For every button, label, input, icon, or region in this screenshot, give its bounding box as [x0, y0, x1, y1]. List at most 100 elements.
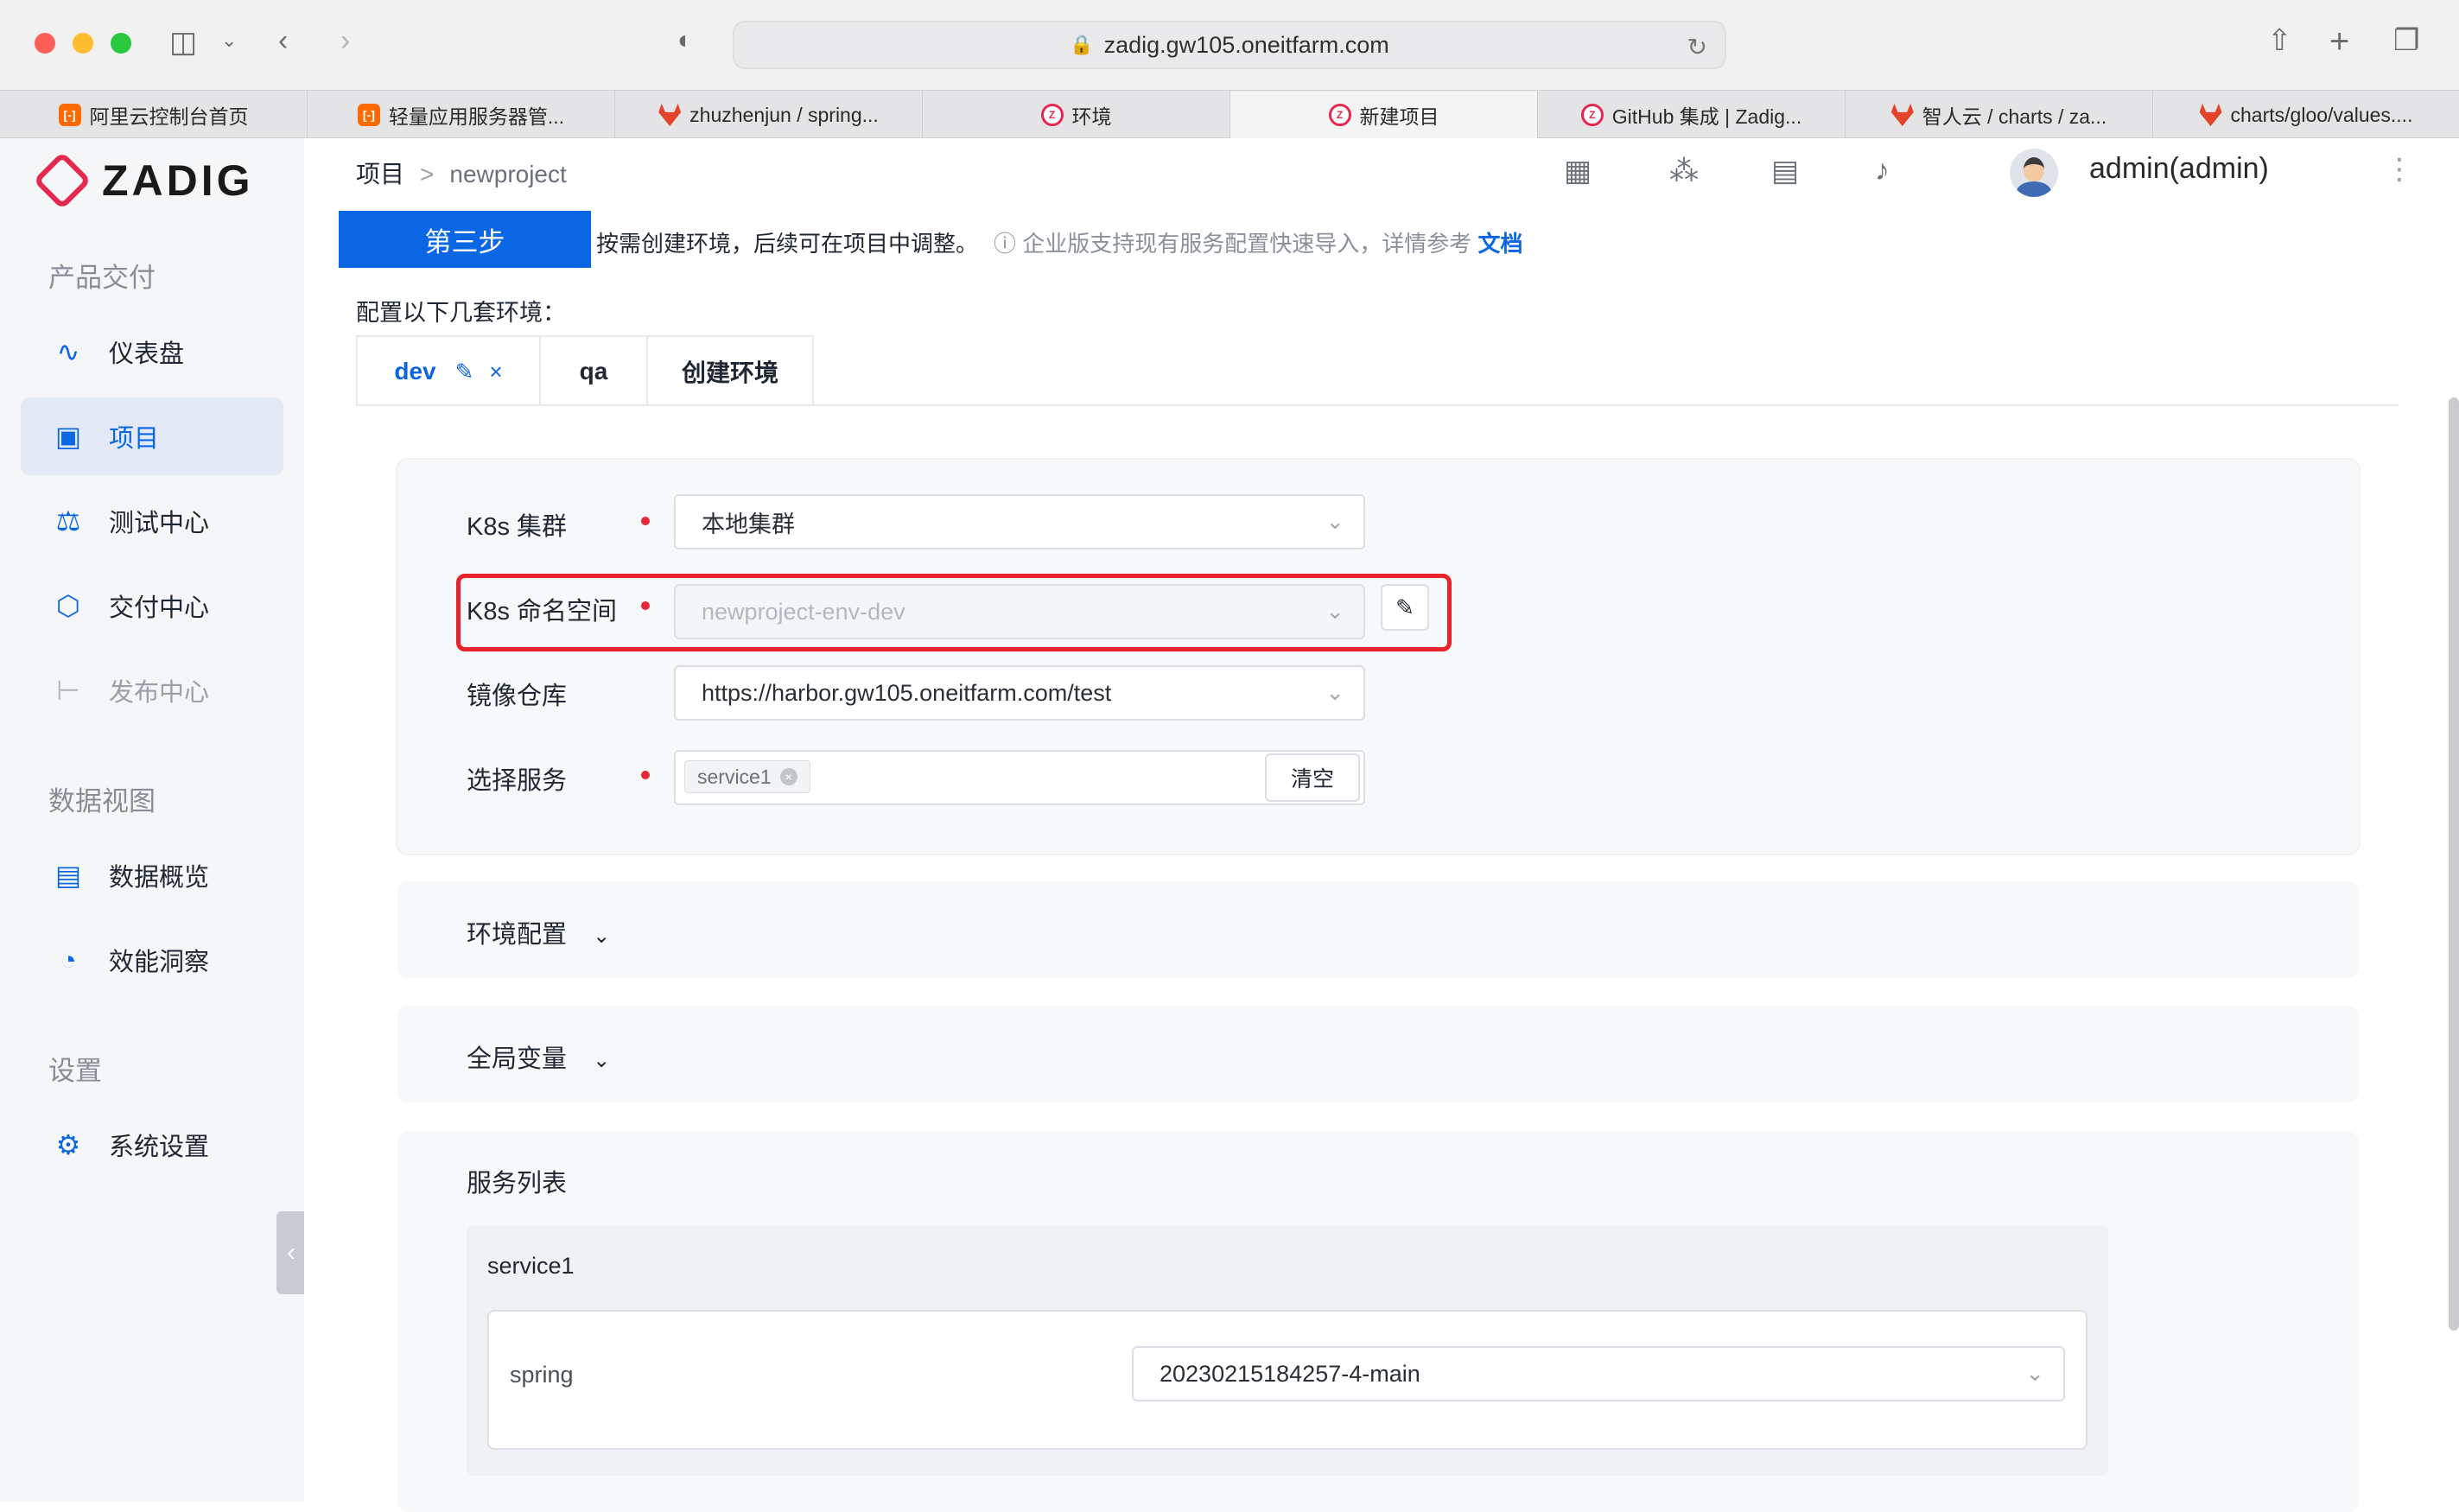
sidebar-item-label: 效能洞察 [109, 949, 210, 976]
close-window-button[interactable] [35, 33, 55, 54]
clear-button[interactable]: 清空 [1265, 753, 1360, 802]
step-desc-text: 按需创建环境，后续可在项目中调整。 [596, 231, 979, 257]
env-config-section[interactable] [397, 881, 2359, 978]
cluster-label: K8s 集群 [467, 513, 568, 541]
page-scrollbar[interactable] [2449, 397, 2459, 1331]
zadig-icon: Z [1328, 104, 1351, 126]
zadig-logo[interactable]: ZADIG [33, 151, 254, 210]
tree-icon: ⊢ [56, 675, 80, 706]
browser-tab[interactable]: zhuzhenjun / spring... [615, 91, 923, 139]
browser-tab[interactable]: Z GitHub 集成 | Zadig... [1538, 91, 1846, 139]
sidebar-collapse-button[interactable]: ‹ [276, 1211, 306, 1294]
back-icon[interactable]: ‹ [278, 26, 288, 55]
sidebar-item-delivery-center[interactable]: ⬡ 交付中心 [21, 567, 283, 645]
tab-label: 新建项目 [1359, 105, 1439, 128]
sidebar-item-label: 数据概览 [109, 864, 210, 892]
tab-overview-icon[interactable]: ❐ [2393, 26, 2419, 55]
package-icon: ⬡ [56, 590, 80, 621]
service-tag: service1 × [684, 760, 810, 793]
sidebar-item-settings[interactable]: ⚙ 系统设置 [21, 1106, 283, 1184]
image-tag-value: 20230215184257-4-main [1160, 1360, 1420, 1387]
tabs-divider [356, 404, 2399, 406]
tab-create-env[interactable]: 创建环境 [646, 335, 814, 406]
browser-tab[interactable]: 智人云 / charts / za... [1846, 91, 2153, 139]
zoom-window-button[interactable] [111, 33, 131, 54]
share-icon[interactable]: ⇧ [2267, 26, 2292, 55]
sidebar-item-label: 测试中心 [109, 510, 210, 537]
global-vars-toggle[interactable]: 全局变量 ⌄ [467, 1039, 610, 1075]
sidebar-item-label: 项目 [109, 425, 160, 453]
avatar-body [2017, 181, 2051, 197]
sidebar-item-insights[interactable]: ◔ 效能洞察 [21, 921, 283, 999]
docs-link[interactable]: 文档 [1478, 231, 1523, 257]
translate-icon[interactable]: ▦ [1564, 154, 1592, 188]
minimize-window-button[interactable] [73, 33, 93, 54]
more-vertical-icon[interactable]: ⋮ [2385, 152, 2414, 187]
service-list-title: 服务列表 [467, 1170, 568, 1198]
project-icon: ▣ [54, 421, 82, 452]
docs-book-icon[interactable]: ▤ [1771, 154, 1799, 188]
reload-icon[interactable]: ↻ [1687, 33, 1707, 61]
env-config-label: 配置以下几套环境： [356, 300, 566, 326]
forward-icon[interactable]: › [340, 26, 350, 55]
breadcrumb-separator: > [420, 161, 435, 187]
remove-tag-icon[interactable]: × [779, 768, 797, 785]
zadig-icon: Z [1580, 104, 1604, 126]
chevron-left-icon: ‹ [287, 1238, 295, 1267]
browser-tab[interactable]: [-] 阿里云控制台首页 [0, 91, 308, 139]
sidebar-toggle-icon[interactable]: ◫ [169, 28, 197, 57]
tab-dev[interactable]: dev ✎ × [356, 335, 541, 406]
chevron-down-icon: ⌄ [2025, 1360, 2044, 1386]
cluster-select[interactable]: 本地集群 ⌄ [674, 494, 1365, 550]
browser-tab[interactable]: Z 环境 [923, 91, 1230, 139]
chevron-down-icon: ⌄ [1325, 508, 1344, 534]
env-config-toggle[interactable]: 环境配置 ⌄ [467, 914, 610, 950]
section-title: 数据视图 [48, 786, 156, 816]
flask-icon: ⚖ [55, 505, 81, 537]
gear-icon: ⚙ [55, 1129, 81, 1160]
aliyun-icon: [-] [58, 104, 81, 126]
registry-select[interactable]: https://harbor.gw105.oneitfarm.com/test … [674, 665, 1365, 721]
close-icon[interactable]: × [489, 359, 502, 385]
new-tab-icon[interactable]: + [2329, 24, 2349, 59]
brand-name: ZADIG [102, 156, 254, 205]
sidebar-item-release-center[interactable]: ⊢ 发布中心 [21, 651, 283, 729]
avatar[interactable] [2010, 149, 2058, 197]
registry-label: 镜像仓库 [467, 683, 568, 710]
address-bar[interactable]: 🔒 zadig.gw105.oneitfarm.com ↻ [733, 21, 1726, 69]
sidebar-item-data-overview[interactable]: ▤ 数据概览 [21, 836, 283, 914]
breadcrumb-root[interactable]: 项目 [356, 161, 404, 187]
browser-tab[interactable]: [-] 轻量应用服务器管... [308, 91, 615, 139]
shield-icon[interactable]: ◐ [677, 28, 693, 54]
tab-label: charts/gloo/values.... [2230, 103, 2413, 126]
tab-label: 创建环境 [681, 359, 778, 386]
monitor-chart-icon: ▤ [54, 860, 82, 891]
user-name[interactable]: admin(admin) [2089, 152, 2269, 186]
plugin-icon[interactable]: ⁂ [1669, 154, 1699, 188]
breadcrumb-current: newproject [449, 161, 567, 187]
container-name: spring [510, 1362, 574, 1388]
url-text: zadig.gw105.oneitfarm.com [1103, 31, 1389, 58]
step-badge: 第三步 [339, 211, 591, 268]
dashboard-icon: ∿ [56, 336, 80, 367]
image-tag-select[interactable]: 20230215184257-4-main ⌄ [1132, 1346, 2065, 1401]
sidebar-item-label: 发布中心 [109, 679, 210, 707]
bell-icon[interactable]: ♪ [1875, 154, 1890, 187]
tab-qa[interactable]: qa [539, 335, 648, 406]
browser-tab[interactable]: charts/gloo/values.... [2153, 91, 2459, 139]
edit-icon[interactable]: ✎ [455, 359, 474, 385]
tab-label: 阿里云控制台首页 [89, 105, 249, 128]
gitlab-icon [2199, 104, 2222, 126]
sidebar-item-test-center[interactable]: ⚖ 测试中心 [21, 482, 283, 560]
sidebar-item-label: 仪表盘 [109, 340, 185, 368]
sidebar-item-dashboard[interactable]: ∿ 仪表盘 [21, 313, 283, 391]
browser-tab-active[interactable]: Z 新建项目 [1230, 91, 1538, 139]
global-vars-section[interactable] [397, 1006, 2359, 1102]
chevron-down-icon[interactable]: ⌄ [221, 31, 237, 50]
env-tabs: dev ✎ × qa 创建环境 [356, 335, 814, 406]
step-description: 按需创建环境，后续可在项目中调整。 ⓘ 企业版支持现有服务配置快速导入，详情参考 … [596, 226, 1523, 258]
global-vars-title: 全局变量 [467, 1045, 568, 1073]
chevron-down-icon: ⌄ [593, 924, 611, 948]
step-hint-text: 企业版支持现有服务配置快速导入，详情参考 [1022, 231, 1472, 257]
sidebar-item-project[interactable]: ▣ 项目 [21, 397, 283, 475]
